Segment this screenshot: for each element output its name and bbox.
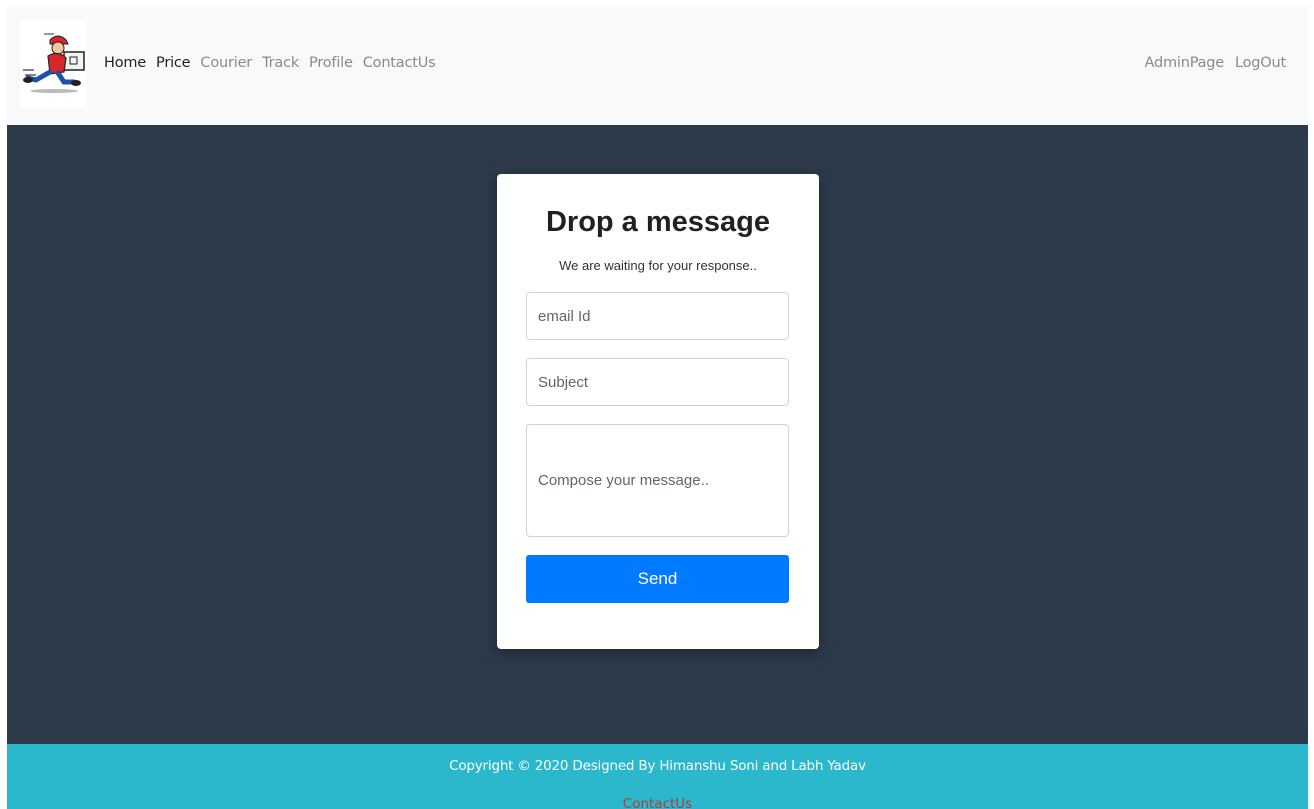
email-input[interactable] — [526, 292, 789, 340]
nav-track[interactable]: Track — [262, 55, 299, 71]
contact-card: Drop a message We are waiting for your r… — [497, 174, 819, 649]
main-nav: Home Price Courier Track Profile Contact… — [104, 55, 436, 71]
logo[interactable] — [20, 20, 87, 108]
nav-contactus[interactable]: ContactUs — [363, 55, 436, 71]
account-nav: AdminPage LogOut — [1144, 55, 1286, 71]
navbar: Home Price Courier Track Profile Contact… — [7, 7, 1308, 125]
nav-adminpage[interactable]: AdminPage — [1144, 55, 1224, 71]
form-subtitle: We are waiting for your response.. — [559, 258, 757, 273]
main-content: Drop a message We are waiting for your r… — [7, 125, 1308, 744]
subject-input[interactable] — [526, 358, 789, 406]
footer: Copyright © 2020 Designed By Himanshu So… — [7, 744, 1308, 809]
form-title: Drop a message — [545, 206, 771, 238]
courier-man-with-box-icon — [23, 33, 85, 93]
nav-courier[interactable]: Courier — [200, 55, 252, 71]
send-button[interactable]: Send — [526, 555, 789, 603]
page: Home Price Courier Track Profile Contact… — [7, 7, 1308, 809]
copyright-text: Copyright © 2020 Designed By Himanshu So… — [449, 758, 866, 774]
nav-price[interactable]: Price — [156, 55, 191, 71]
nav-logout[interactable]: LogOut — [1235, 55, 1286, 71]
message-textarea[interactable] — [526, 424, 789, 537]
nav-home[interactable]: Home — [104, 55, 146, 71]
nav-profile[interactable]: Profile — [309, 55, 353, 71]
footer-contactus-link[interactable]: ContactUs — [7, 796, 1308, 809]
